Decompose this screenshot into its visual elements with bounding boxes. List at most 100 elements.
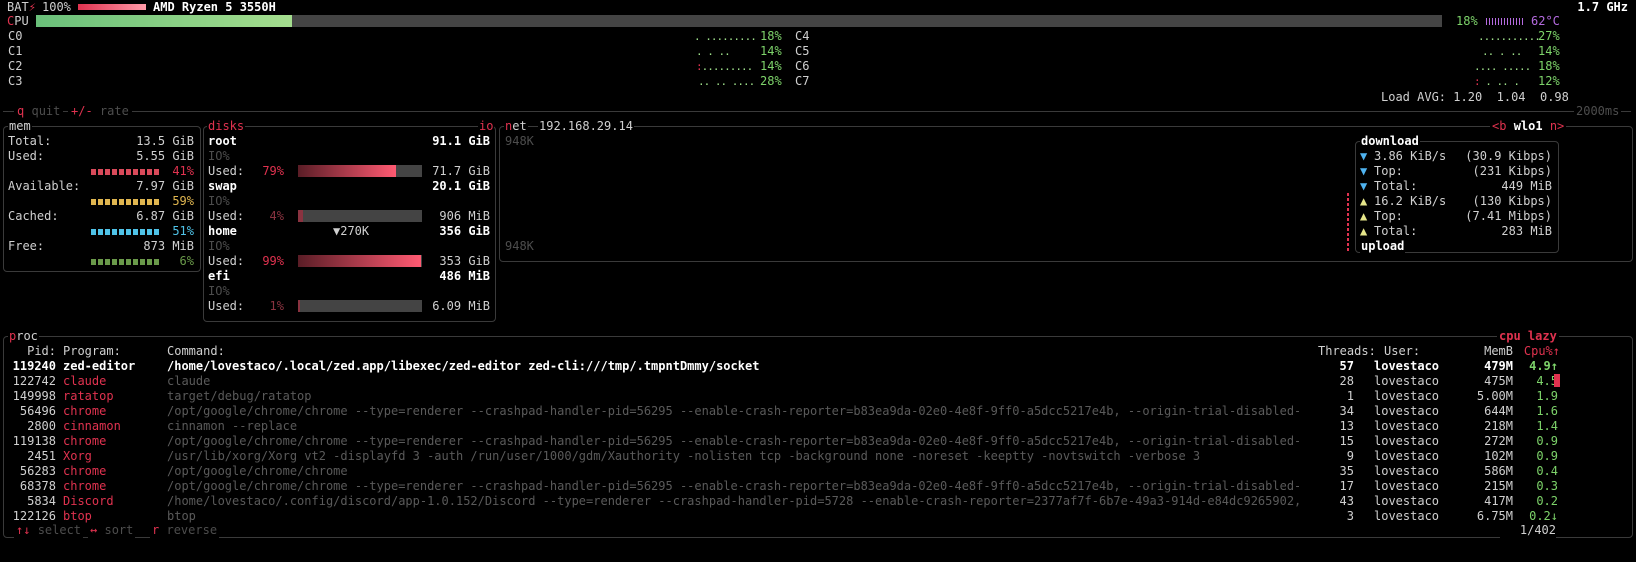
process-pid: 56496 xyxy=(19,404,56,418)
net-title: net xyxy=(504,119,528,134)
process-cpu: 0.9 xyxy=(1536,449,1558,463)
core-label: C5 xyxy=(795,44,810,58)
mem-free-value: 873 MiB xyxy=(143,239,194,253)
column-header-program[interactable]: Program: xyxy=(63,344,121,359)
proc-title: proc xyxy=(8,329,39,344)
mem-available-value: 7.97 GiB xyxy=(136,179,194,193)
disk-usage-bar-fill xyxy=(298,210,303,222)
table-row[interactable]: 56283 chrome/opt/google/chrome/chrome 35 lo… xyxy=(4,464,1564,479)
process-program: chrome xyxy=(63,434,107,448)
reverse-hint[interactable]: r reverse xyxy=(150,523,220,538)
cpu-total-percent: 18% xyxy=(1456,14,1478,28)
table-row[interactable]: 56496 chrome/opt/google/chrome/chrome --t… xyxy=(4,404,1564,419)
disk-io-label: IO% xyxy=(208,194,230,208)
process-command: /opt/google/chrome/chrome --type=rendere… xyxy=(167,479,1299,493)
process-pid: 2800 xyxy=(27,419,56,433)
disk-io-label: IO% xyxy=(208,239,230,253)
net-ip-address: 192.168.29.14 xyxy=(538,119,634,134)
column-header-cpu[interactable]: Cpu%↑ xyxy=(1520,344,1560,359)
mem-available-meter xyxy=(91,199,161,205)
disk-used-label: Used: xyxy=(208,164,245,178)
upload-top-label: Top: xyxy=(1374,209,1403,223)
upload-rate: 16.2 KiB/s xyxy=(1374,194,1447,208)
disk-usage-bar-fill xyxy=(298,300,300,312)
proc-scrollbar[interactable] xyxy=(1554,374,1560,387)
process-threads: 15 xyxy=(1339,434,1354,448)
disk-name: efi xyxy=(208,269,230,283)
process-user: lovestaco xyxy=(1374,419,1440,433)
table-row[interactable]: 119240 zed-editor/home/lovestaco/.local/z… xyxy=(4,359,1564,374)
process-program: ratatop xyxy=(63,389,114,403)
process-threads: 13 xyxy=(1339,419,1354,433)
disks-io-toggle[interactable]: io xyxy=(478,119,495,134)
core-label: C4 xyxy=(795,29,810,43)
core-graph: . . .. xyxy=(696,45,731,58)
process-memory: 475M xyxy=(1484,374,1513,388)
update-interval[interactable]: 2000ms xyxy=(1574,104,1622,119)
mem-cached-meter xyxy=(91,229,161,235)
process-cpu: 0.3 xyxy=(1536,479,1558,493)
process-program: claude xyxy=(63,374,107,388)
mem-used-meter xyxy=(91,169,161,175)
table-row[interactable]: 119138 chrome/opt/google/chrome/chrome --… xyxy=(4,434,1564,449)
disk-used-label: Used: xyxy=(208,299,245,313)
process-threads: 43 xyxy=(1339,494,1354,508)
net-interface-selector[interactable]: <b wlo1 n> xyxy=(1490,119,1567,134)
select-hint[interactable]: ↑↓ select xyxy=(14,523,84,538)
mem-total-value: 13.5 GiB xyxy=(136,134,194,148)
process-cpu: 1.4 xyxy=(1536,419,1558,433)
core-percent: 14% xyxy=(760,59,782,73)
process-threads: 3 xyxy=(1346,509,1354,523)
download-rate-bits: (30.9 Kibps) xyxy=(1465,149,1552,163)
upload-arrow-icon: ▲ xyxy=(1360,194,1368,208)
process-memory: 5.00M xyxy=(1476,389,1513,403)
table-row[interactable]: 122126 btop btop 3 lovestaco 6.75M 0.2↓ xyxy=(4,509,1564,524)
core-graph: .... ..... xyxy=(1474,60,1531,73)
core-percent: 14% xyxy=(1538,44,1560,58)
column-header-pid[interactable]: Pid: xyxy=(8,344,56,359)
table-row[interactable]: 5834 Discord/home/lovestaco/.config/disco… xyxy=(4,494,1564,509)
process-command: cinnamon --replace xyxy=(167,419,298,433)
sort-hint[interactable]: ↔ sort xyxy=(88,523,136,538)
process-memory: 586M xyxy=(1484,464,1513,478)
process-threads: 34 xyxy=(1339,404,1354,418)
process-pid: 119240 xyxy=(12,359,56,373)
load-average: Load AVG: 1.20 1.04 0.98 xyxy=(1381,90,1569,104)
proc-sort-mode[interactable]: cpu lazy xyxy=(1497,329,1559,344)
net-upload-title: upload xyxy=(1360,239,1406,254)
download-total-value: 449 MiB xyxy=(1501,179,1552,193)
disk-name: swap xyxy=(208,179,237,193)
table-row[interactable]: 2800 cinnamon cinnamon --replace 13 lovestac… xyxy=(4,419,1564,434)
process-cpu: 4.5 xyxy=(1536,374,1558,388)
process-threads: 35 xyxy=(1339,464,1354,478)
column-header-threads[interactable]: Threads: xyxy=(1318,344,1376,359)
column-header-mem[interactable]: MemB xyxy=(1470,344,1513,359)
rate-hint[interactable]: +/- rate xyxy=(68,104,132,119)
mem-free-meter xyxy=(91,259,161,265)
process-program: chrome xyxy=(63,464,107,478)
cpu-frequency: 1.7 GHz xyxy=(1577,0,1628,14)
process-cpu: 1.9 xyxy=(1536,389,1558,403)
process-pid: 119138 xyxy=(12,434,56,448)
table-row[interactable]: 68378 chrome/opt/google/chrome/chrome --t… xyxy=(4,479,1564,494)
table-row[interactable]: 122742 claude claude 28 lovestaco 475M 4.5 xyxy=(4,374,1564,389)
table-row[interactable]: 2451 Xorg/usr/lib/xorg/Xorg vt2 -displayf… xyxy=(4,449,1564,464)
disk-used-value: 353 GiB xyxy=(439,254,490,268)
table-row[interactable]: 149998 ratatop target/debug/ratatop 1 lovest… xyxy=(4,389,1564,404)
process-user: lovestaco xyxy=(1374,509,1440,523)
process-cpu: 0.9 xyxy=(1536,434,1558,448)
column-header-command[interactable]: Command: xyxy=(167,344,225,359)
core-graph: : . .. . xyxy=(1474,75,1520,88)
download-arrow-icon: ▼ xyxy=(1360,164,1368,178)
quit-hint[interactable]: q quit xyxy=(14,104,64,119)
cpu-total-bar-fill xyxy=(36,15,292,27)
process-program: cinnamon xyxy=(63,419,121,433)
net-upload-graph xyxy=(1347,193,1349,253)
column-header-user[interactable]: User: xyxy=(1384,344,1420,359)
core-percent: 18% xyxy=(760,29,782,43)
disk-io-label: IO% xyxy=(208,149,230,163)
process-pid: 149998 xyxy=(12,389,56,403)
process-program: zed-editor xyxy=(63,359,136,373)
process-command: target/debug/ratatop xyxy=(167,389,312,403)
process-program: Discord xyxy=(63,494,114,508)
